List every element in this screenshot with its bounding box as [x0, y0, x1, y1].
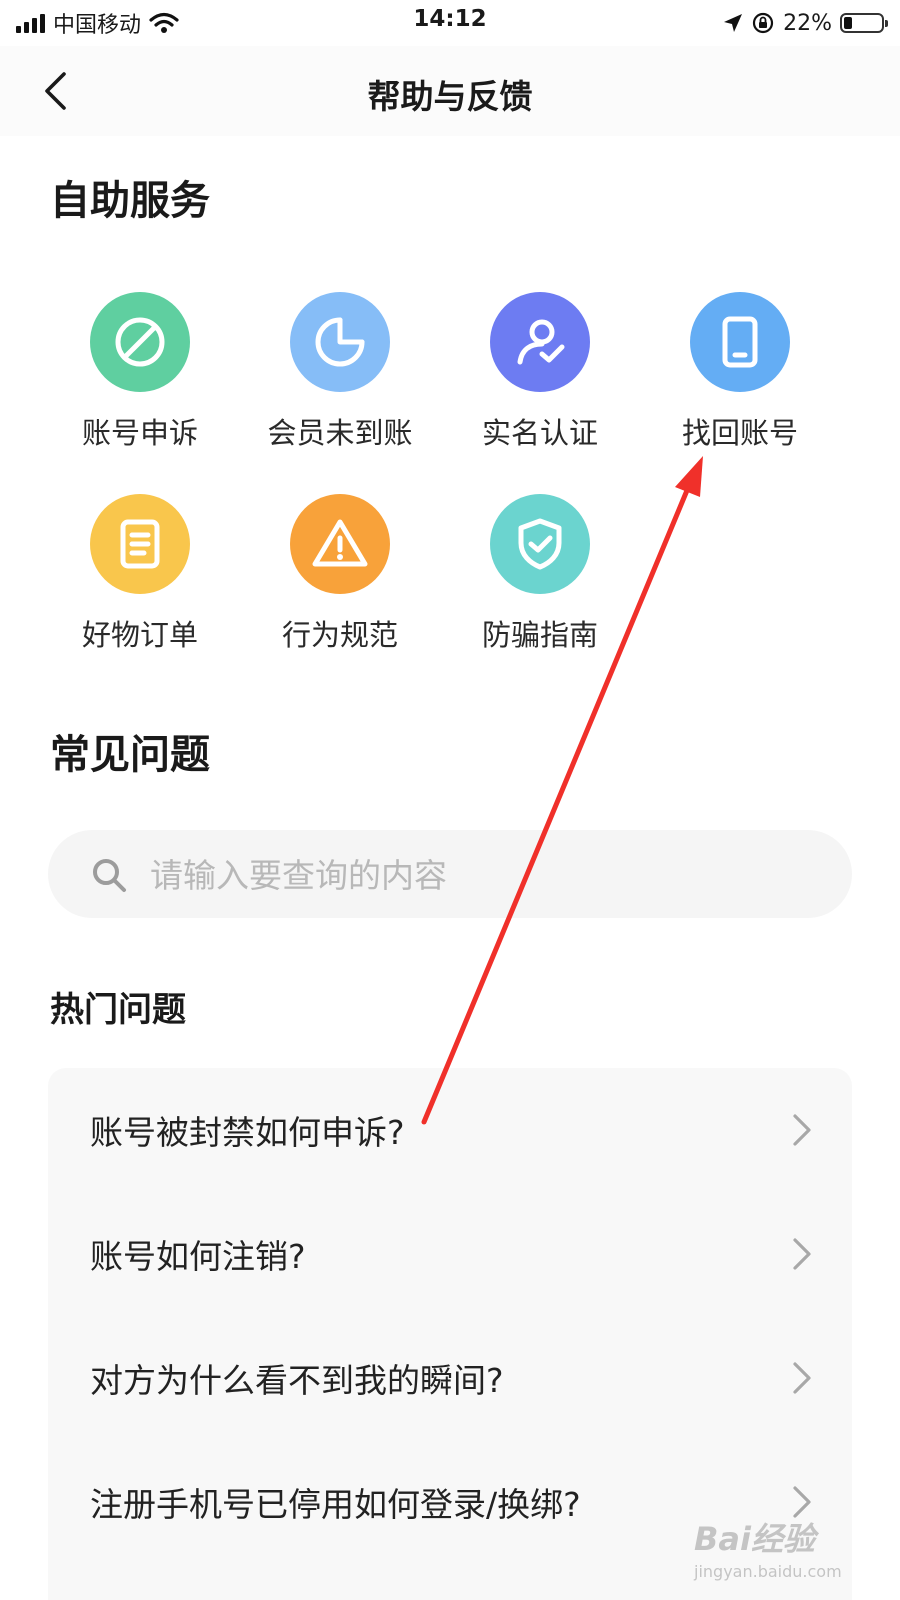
search-input[interactable] [148, 844, 812, 906]
service-label: 账号申诉 [81, 416, 198, 450]
service-account-appeal[interactable]: 账号申诉 [40, 292, 240, 452]
service-anti-fraud-guide[interactable]: 防骗指南 [440, 494, 640, 654]
question-item[interactable]: 账号被封禁如何申诉? [48, 1068, 852, 1192]
warning-icon [290, 494, 390, 594]
question-text: 注册手机号已停用如何登录/换绑? [90, 1485, 581, 1524]
navigation-bar: 帮助与反馈 [0, 46, 900, 136]
service-goods-order[interactable]: 好物订单 [40, 494, 240, 654]
service-label: 行为规范 [281, 618, 398, 652]
battery-percent: 22% [783, 10, 832, 36]
battery-icon [840, 13, 888, 33]
status-bar: 中国移动 14:12 22% [0, 0, 900, 46]
question-text: 账号如何注销? [90, 1237, 306, 1276]
phone-icon [690, 292, 790, 392]
service-label: 防骗指南 [481, 618, 598, 652]
ban-icon [90, 292, 190, 392]
page-title: 帮助与反馈 [367, 77, 533, 116]
location-arrow-icon [724, 14, 743, 32]
search-bar[interactable] [48, 830, 852, 918]
chevron-right-icon [793, 1362, 811, 1394]
watermark-brand: Bai经验 [694, 1520, 815, 1558]
question-item[interactable]: 对方为什么看不到我的瞬间? [48, 1316, 852, 1440]
service-behavior-rules[interactable]: 行为规范 [240, 494, 440, 654]
chevron-right-icon [793, 1114, 811, 1146]
order-doc-icon [90, 494, 190, 594]
question-item[interactable]: 账号如何注销? [48, 1192, 852, 1316]
service-recover-account[interactable]: 找回账号 [640, 292, 840, 452]
self-service-title: 自助服务 [50, 178, 210, 224]
pie-chart-icon [290, 292, 390, 392]
question-text: 账号被封禁如何申诉? [90, 1113, 405, 1152]
search-icon [93, 859, 126, 892]
service-label: 会员未到账 [267, 416, 413, 450]
user-verify-icon [490, 292, 590, 392]
rotation-lock-icon [752, 12, 774, 34]
faq-title: 常见问题 [50, 732, 210, 778]
service-membership-not-received[interactable]: 会员未到账 [240, 292, 440, 452]
shield-check-icon [490, 494, 590, 594]
chevron-right-icon [793, 1238, 811, 1270]
watermark-url: jingyan.baidu.com [694, 1562, 842, 1581]
hot-questions-title: 热门问题 [50, 990, 186, 1030]
service-label: 好物订单 [81, 618, 198, 652]
service-real-name-verification[interactable]: 实名认证 [440, 292, 640, 452]
question-text: 对方为什么看不到我的瞬间? [90, 1361, 504, 1400]
watermark-logo: Bai经验 jingyan.baidu.com [694, 1514, 864, 1594]
service-label: 找回账号 [681, 416, 798, 450]
service-label: 实名认证 [481, 416, 598, 450]
status-right: 22% [723, 8, 888, 38]
